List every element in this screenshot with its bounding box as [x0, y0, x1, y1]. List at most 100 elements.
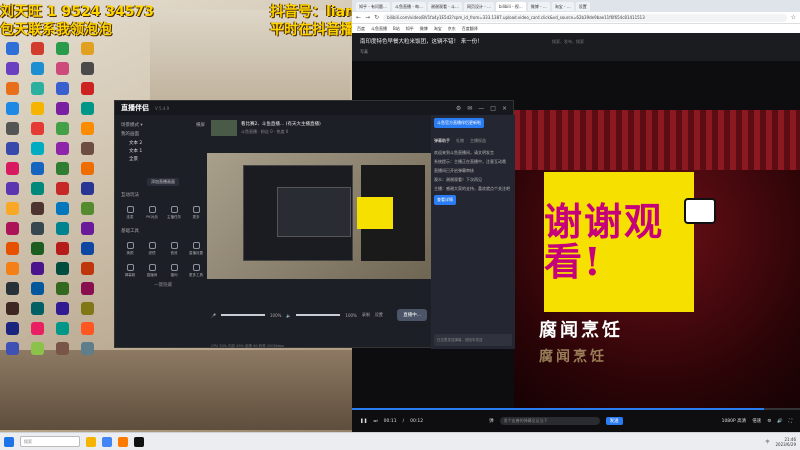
desktop-app-icon[interactable] [0, 298, 25, 318]
tool-item[interactable]: 弹幕姬 [121, 260, 139, 278]
browser-tab[interactable]: bilibili - 视… [496, 1, 526, 11]
danmaku-toggle-icon[interactable]: 弹 [489, 418, 494, 424]
desktop-app-icon[interactable] [25, 58, 50, 78]
desktop-app-icon[interactable] [0, 38, 25, 58]
desktop-app-icon[interactable] [0, 318, 25, 338]
desktop-app-icon[interactable] [0, 258, 25, 278]
interact-item[interactable]: PK对战 [143, 202, 161, 220]
desktop-app-icon[interactable] [25, 138, 50, 158]
speed-selector[interactable]: 倍速 [752, 418, 761, 424]
tool-item[interactable]: 滤镜 [143, 238, 161, 256]
desktop-app-icon[interactable] [25, 258, 50, 278]
desktop-app-icon[interactable] [50, 198, 75, 218]
desktop-app-icon[interactable] [75, 78, 100, 98]
desktop-app-icon[interactable] [50, 218, 75, 238]
tab-landscape[interactable]: 横屏 [196, 122, 205, 128]
bookmark-item[interactable]: B站 [393, 24, 400, 33]
window-control-icon[interactable]: × [502, 105, 507, 112]
uploader-name[interactable]: 写真 [360, 49, 792, 55]
desktop-app-icon[interactable] [50, 158, 75, 178]
bookmark-item[interactable]: 微博 [420, 24, 428, 33]
desktop-app-icon[interactable] [25, 118, 50, 138]
desktop-app-icon[interactable] [75, 58, 100, 78]
desktop-app-icon[interactable] [0, 58, 25, 78]
tool-item[interactable]: 直播间 [143, 260, 161, 278]
desktop-app-icon[interactable] [25, 178, 50, 198]
browser-tab[interactable]: 谢谢观看 - 斗… [428, 1, 462, 11]
scene-item[interactable]: 文本 1 [129, 148, 205, 154]
desktop-app-icon[interactable] [50, 38, 75, 58]
desktop-app-icon[interactable] [50, 78, 75, 98]
bookmark-item[interactable]: 百度 [357, 24, 365, 33]
desktop-app-icon[interactable] [75, 138, 100, 158]
desktop-app-icon[interactable] [0, 238, 25, 258]
desktop-app-icon[interactable] [25, 158, 50, 178]
interact-item[interactable]: 连麦 [121, 202, 139, 220]
tool-item[interactable]: 直播设置 [187, 238, 205, 256]
desktop-app-icon[interactable] [75, 318, 100, 338]
scene-item[interactable]: 文本 2 [129, 140, 205, 146]
desktop-app-icon[interactable] [75, 178, 100, 198]
start-icon[interactable] [4, 436, 14, 447]
update-notice-badge[interactable]: 斗鱼官方直播伴侣更新啦 [434, 118, 484, 128]
add-source-button[interactable]: 添加直播画面 [147, 178, 179, 186]
desktop-app-icon[interactable] [0, 78, 25, 98]
desktop-app-icon[interactable] [75, 278, 100, 298]
desktop-app-icon[interactable] [0, 118, 25, 138]
desktop-app-icon[interactable] [50, 258, 75, 278]
desktop-app-icon[interactable] [25, 198, 50, 218]
scene-mode-dropdown[interactable]: 场景模式 ▾ [121, 123, 143, 128]
ime-indicator[interactable]: 中 [765, 439, 769, 445]
right-tab[interactable]: 主播权益 [470, 138, 486, 144]
send-danmaku-button[interactable]: 发送 [605, 417, 623, 425]
browser-tab[interactable]: 网页设计 - … [464, 1, 494, 11]
browser-tab[interactable]: 淘宝 - … [551, 1, 574, 11]
file-explorer-icon[interactable] [86, 436, 96, 447]
url-input[interactable]: bilibili.com/video/BV1fa4y1E5d2?spm_id_f… [383, 13, 787, 22]
browser-tab[interactable]: 微博 - … [527, 1, 550, 11]
desktop-app-icon[interactable] [75, 258, 100, 278]
desktop-app-icon[interactable] [50, 58, 75, 78]
go-live-button[interactable]: 直播中... [397, 309, 427, 321]
next-icon[interactable]: ⏭ [374, 418, 378, 424]
desktop-app-icon[interactable] [50, 298, 75, 318]
window-control-icon[interactable]: — [478, 105, 484, 112]
video-player[interactable]: 谢谢观看! 腐闻烹饪 腐闻烹饪 [514, 110, 800, 410]
record-button[interactable]: 录制 [362, 312, 370, 318]
browser-tab[interactable]: 知乎 - 有问题… [356, 1, 390, 11]
desktop-app-icon[interactable] [0, 278, 25, 298]
view-details-button[interactable]: 查看详情 [434, 195, 456, 205]
desktop-app-icon[interactable] [50, 118, 75, 138]
desktop-app-icon[interactable] [0, 198, 25, 218]
mic-slider[interactable] [220, 314, 265, 316]
settings-icon[interactable]: ⚙ [767, 419, 771, 424]
play-icon[interactable]: ❚❚ [360, 419, 368, 424]
browser-tab[interactable]: 斗鱼直播 - 每… [392, 1, 426, 11]
desktop-app-icon[interactable] [50, 338, 75, 358]
desktop-app-icon[interactable] [75, 98, 100, 118]
interact-item[interactable]: 更多 [187, 202, 205, 220]
desktop-app-icon[interactable] [50, 178, 75, 198]
douyu-icon[interactable] [118, 436, 128, 447]
desktop-app-icon[interactable] [50, 318, 75, 338]
desktop-app-icon[interactable] [25, 298, 50, 318]
desktop-app-icon[interactable] [25, 98, 50, 118]
desktop-app-icon[interactable] [0, 98, 25, 118]
desktop-app-icon[interactable] [0, 338, 25, 358]
back-icon[interactable]: ← [356, 14, 361, 21]
speaker-icon[interactable]: 🔈 [286, 313, 291, 318]
interact-item[interactable]: 主播任务 [165, 202, 183, 220]
desktop-app-icon[interactable] [75, 298, 100, 318]
forward-icon[interactable]: → [365, 14, 370, 21]
desktop-app-icon[interactable] [75, 158, 100, 178]
star-icon[interactable]: ☆ [791, 14, 796, 21]
desktop-app-icon[interactable] [25, 318, 50, 338]
browser-icon[interactable] [102, 436, 112, 447]
desktop-app-icon[interactable] [0, 158, 25, 178]
desktop-app-icon[interactable] [75, 218, 100, 238]
desktop-app-icon[interactable] [0, 178, 25, 198]
desktop-app-icon[interactable] [25, 278, 50, 298]
desktop-app-icon[interactable] [75, 198, 100, 218]
bookmark-item[interactable]: 京东 [448, 24, 456, 33]
settings-button[interactable]: 设置 [375, 312, 383, 318]
